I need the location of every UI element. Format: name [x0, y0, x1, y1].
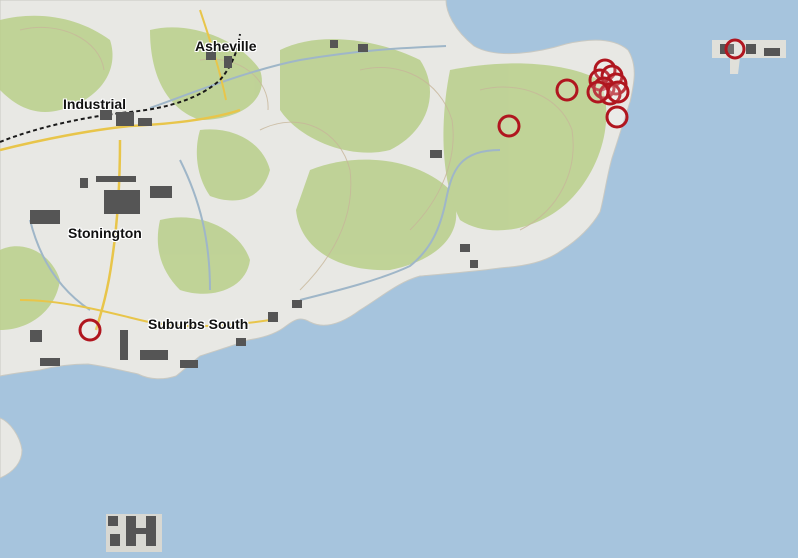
marker-east-9[interactable]: [605, 105, 629, 129]
marker-east-cluster-7[interactable]: [586, 80, 610, 104]
marker-northeast-island[interactable]: [724, 38, 746, 60]
marker-east-1[interactable]: [497, 114, 521, 138]
map-canvas[interactable]: [0, 0, 798, 558]
map-view[interactable]: Asheville Industrial Stonington Suburbs …: [0, 0, 798, 558]
marker-east-2[interactable]: [555, 78, 579, 102]
marker-suburbs-south[interactable]: [78, 318, 102, 342]
marker-east-cluster-8[interactable]: [606, 80, 630, 104]
